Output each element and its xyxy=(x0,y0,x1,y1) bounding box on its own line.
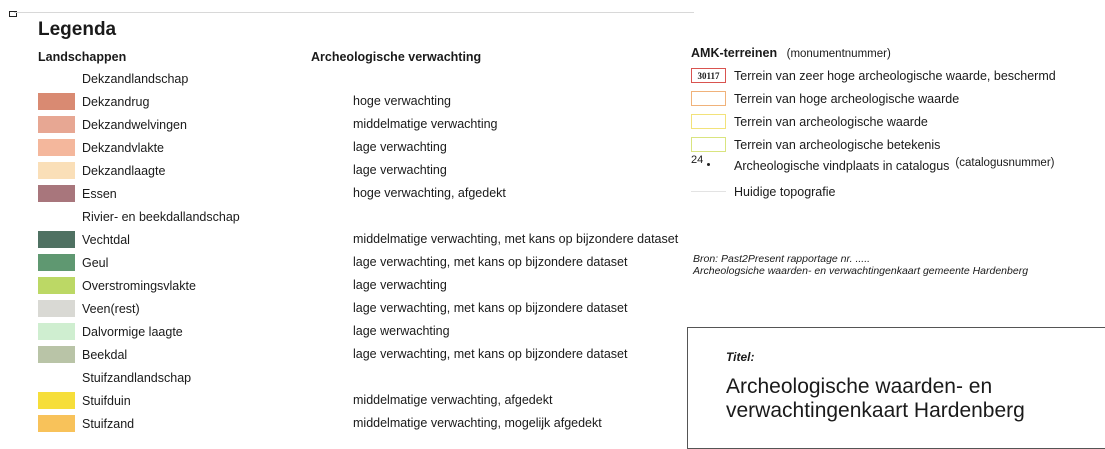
amk-label: Terrein van archeologische waarde xyxy=(734,114,928,129)
amk-box xyxy=(691,114,726,129)
amk-label: Terrein van hoge archeologische waarde xyxy=(734,91,960,106)
color-swatch xyxy=(38,162,75,179)
amk-box xyxy=(691,137,726,152)
color-swatch xyxy=(38,346,75,363)
legend-label: Dekzandvlakte xyxy=(82,140,164,155)
map-title-line-2: verwachtingenkaart Hardenberg xyxy=(726,399,1025,422)
verwachting-text: hoge verwachting xyxy=(353,94,451,108)
amk-header: AMK-terreinen (monumentnummer) xyxy=(691,46,891,60)
legend-label: Dekzandlaagte xyxy=(82,163,166,178)
map-title-line-1: Archeologische waarden- en xyxy=(726,375,993,398)
amk-row: Terrein van archeologische waarde xyxy=(691,113,928,130)
legend-label: Stuifzand xyxy=(82,416,135,431)
legend-row: Dalvormige laagte xyxy=(38,323,183,340)
legend-row: Stuifduin xyxy=(38,392,131,409)
legend-label: Vechtdal xyxy=(82,232,130,247)
amk-title: AMK-terreinen xyxy=(691,46,778,60)
topografie-line-icon xyxy=(691,191,726,192)
topografie-label: Huidige topografie xyxy=(734,184,836,199)
legend-label: Beekdal xyxy=(82,347,128,362)
source-note: Bron: Past2Present rapportage nr. ..... … xyxy=(693,253,1028,277)
legend-row: Geul xyxy=(38,254,108,271)
amk-box: 30117 xyxy=(691,68,726,83)
verwachting-text: hoge verwachting, afgedekt xyxy=(353,186,506,200)
color-swatch xyxy=(38,231,75,248)
map-title: Archeologische waarden- en verwachtingen… xyxy=(726,375,1105,423)
amk-row: Terrein van hoge archeologische waarde xyxy=(691,90,959,107)
verwachting-text: lage verwachting xyxy=(353,278,447,292)
topografie-row: Huidige topografie xyxy=(691,183,835,200)
legend-label: Overstromingsvlakte xyxy=(82,278,196,293)
color-swatch xyxy=(38,392,75,409)
amk-box xyxy=(691,91,726,106)
color-swatch xyxy=(38,116,75,133)
legend-label: Stuifduin xyxy=(82,393,131,408)
legend-label: Dekzandlandschap xyxy=(82,71,189,86)
legend-row: Dekzandrug xyxy=(38,93,149,110)
legend-label: Rivier- en beekdallandschap xyxy=(82,209,240,224)
amk-row: 30117 Terrein van zeer hoge archeologisch… xyxy=(691,67,1056,84)
legend-row: Veen(rest) xyxy=(38,300,140,317)
amk-subtitle: (monumentnummer) xyxy=(786,48,891,60)
amk-label: Terrein van archeologische betekenis xyxy=(734,137,941,152)
legend-row: Dekzandwelvingen xyxy=(38,116,187,133)
verwachting-header: Archeologische verwachting xyxy=(311,50,482,64)
legend-row: Overstromingsvlakte xyxy=(38,277,196,294)
color-swatch xyxy=(38,300,75,317)
color-swatch xyxy=(38,415,75,432)
legend-label: Dalvormige laagte xyxy=(82,324,183,339)
legend-row: Vechtdal xyxy=(38,231,130,248)
verwachting-text: middelmatige verwachting, mogelijk afged… xyxy=(353,416,602,430)
vindplaats-number: 24 xyxy=(691,154,704,166)
vindplaats-row: 24 Archeologische vindplaats in catalogu… xyxy=(691,154,1055,174)
title-box: Titel: Archeologische waarden- en verwac… xyxy=(687,327,1105,449)
color-swatch xyxy=(38,254,75,271)
dot-icon xyxy=(707,163,710,166)
color-swatch xyxy=(38,185,75,202)
legend-row: Stuifzandlandschap xyxy=(38,369,191,386)
vindplaats-label: Archeologische vindplaats in catalogus xyxy=(734,158,950,173)
amk-label: Terrein van zeer hoge archeologische waa… xyxy=(734,68,1056,83)
legend-row: Stuifzand xyxy=(38,415,134,432)
verwachting-text: middelmatige verwachting, afgedekt xyxy=(353,393,553,407)
legend-row: Essen xyxy=(38,185,117,202)
color-swatch xyxy=(38,93,75,110)
legend-label: Dekzandwelvingen xyxy=(82,117,187,132)
legend-label: Stuifzandlandschap xyxy=(82,370,192,385)
source-line-1: Bron: Past2Present rapportage nr. ..... xyxy=(693,253,871,265)
legend-row: Dekzandvlakte xyxy=(38,139,164,156)
legend-row: Dekzandlaagte xyxy=(38,162,165,179)
verwachting-text: middelmatige verwachting, met kans op bi… xyxy=(353,232,679,246)
verwachting-text: lage verwachting xyxy=(353,140,447,154)
verwachting-text: middelmatige verwachting xyxy=(353,117,498,131)
color-swatch xyxy=(38,323,75,340)
vindplaats-note: (catalogusnummer) xyxy=(955,156,1055,169)
color-swatch xyxy=(38,139,75,156)
verwachting-text: lage verwachting, met kans op bijzondere… xyxy=(353,301,628,315)
verwachting-text: lage verwachting, met kans op bijzondere… xyxy=(353,255,628,269)
verwachting-text: lage verwachting xyxy=(353,163,447,177)
source-line-2: Archeologsiche waarden- en verwachtingen… xyxy=(693,265,1029,277)
verwachting-text: lage verwachting, met kans op bijzondere… xyxy=(353,347,628,361)
landschappen-header: Landschappen xyxy=(38,50,127,64)
legend-label: Veen(rest) xyxy=(82,301,140,316)
amk-row: Terrein van archeologische betekenis xyxy=(691,136,940,153)
legend-label: Geul xyxy=(82,255,109,270)
legend-row: Beekdal xyxy=(38,346,127,363)
verwachting-text: lage werwachting xyxy=(353,324,450,338)
legend-label: Dekzandrug xyxy=(82,94,150,109)
color-swatch xyxy=(38,277,75,294)
legend-label: Essen xyxy=(82,186,117,201)
legend-row: Rivier- en beekdallandschap xyxy=(38,208,240,225)
vindplaats-symbol: 24 xyxy=(691,154,726,174)
titel-label: Titel: xyxy=(726,350,755,364)
legend-title: Legenda xyxy=(38,19,117,40)
top-divider xyxy=(14,12,694,13)
legend-row: Dekzandlandschap xyxy=(38,70,188,87)
